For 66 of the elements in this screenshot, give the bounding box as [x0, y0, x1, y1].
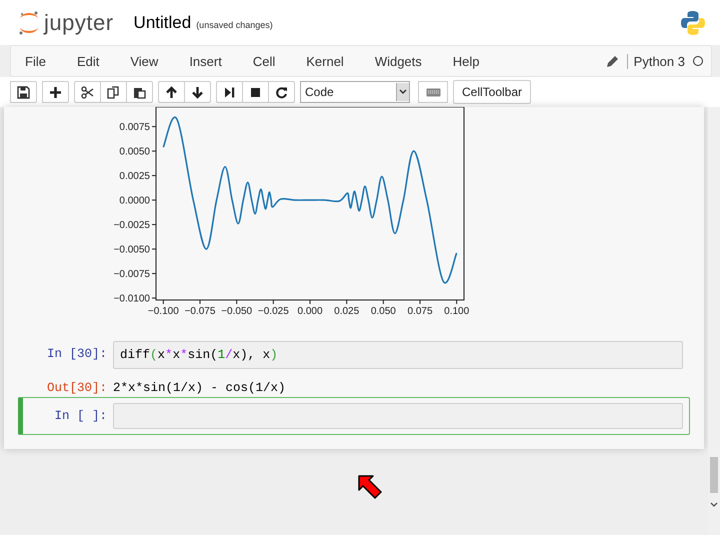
code-input[interactable] [113, 403, 683, 429]
add-button[interactable] [42, 81, 69, 103]
menu-item[interactable]: Kernel [292, 54, 356, 68]
menu-item[interactable]: File [11, 54, 58, 68]
y-tick-label: 0.0075 [119, 122, 150, 134]
menu-item[interactable]: View [116, 54, 170, 68]
keyboard-button[interactable] [418, 81, 448, 103]
x-tick-label: −0.050 [221, 306, 252, 317]
jupyter-logo-icon [18, 10, 40, 36]
run-button[interactable] [216, 81, 243, 103]
x-tick-label: 0.100 [444, 306, 470, 317]
arrow-down-icon [191, 86, 204, 98]
menu-item[interactable]: Help [438, 54, 492, 68]
floppy-icon [17, 86, 30, 98]
pencil-icon[interactable] [606, 54, 619, 68]
brand-name[interactable]: jupyter [44, 10, 114, 36]
menu-item[interactable]: Insert [175, 54, 234, 68]
copy-button[interactable] [100, 81, 127, 103]
code-cell[interactable]: In [ ]: [18, 397, 690, 435]
kernel-name[interactable]: Python 3 [626, 54, 685, 68]
cell-toolbar-button[interactable]: CellToolbar [453, 80, 532, 104]
x-tick-label: 0.000 [297, 306, 323, 317]
paste-button[interactable] [126, 81, 153, 103]
x-tick-label: 0.025 [334, 306, 360, 317]
keyboard-icon [426, 88, 440, 96]
cut-button[interactable] [74, 81, 101, 103]
y-tick-label: 0.0050 [119, 146, 150, 158]
menu-item[interactable]: Edit [62, 54, 112, 68]
scissors-icon [81, 86, 94, 98]
x-tick-label: −0.100 [148, 306, 179, 317]
cell-type-dropdown[interactable]: Code [300, 81, 410, 103]
circular-arrow-icon [275, 86, 288, 98]
y-tick-label: −0.0075 [114, 269, 150, 280]
clipboard-icon [133, 86, 146, 98]
step-forward-icon [223, 86, 236, 98]
menu-item[interactable]: Widgets [360, 54, 434, 68]
output-text: 2*x*sin(1/x) - cos(1/x) [113, 380, 286, 395]
input-prompt: In [ ]: [53, 408, 108, 423]
arrow-up-icon [165, 86, 178, 98]
square-icon [249, 86, 262, 98]
input-prompt: In [30]: [46, 346, 108, 361]
copy-icon [107, 86, 120, 98]
python-logo-icon [680, 10, 706, 36]
y-tick-label: −0.0025 [114, 220, 150, 232]
x-tick-label: −0.025 [258, 306, 289, 317]
plus-icon [49, 86, 62, 98]
output-prompt: Out[30]: [46, 380, 108, 395]
save-status: (unsaved changes) [196, 20, 273, 30]
down-button[interactable] [184, 81, 211, 103]
x-tick-label: −0.075 [184, 306, 216, 317]
stop-button[interactable] [242, 81, 269, 103]
x-tick-label: 0.075 [407, 306, 433, 317]
y-tick-label: −0.0100 [114, 294, 150, 305]
y-tick-label: −0.0050 [114, 244, 150, 256]
save-button[interactable] [10, 81, 37, 103]
restart-button[interactable] [268, 81, 295, 103]
notebook-title[interactable]: Untitled [134, 12, 192, 32]
code-cell[interactable]: In [30]: diff(x*x*sin(1/x), x) [18, 335, 690, 375]
x-tick-label: 0.050 [370, 306, 396, 317]
menu-item[interactable]: Cell [238, 54, 288, 68]
up-button[interactable] [158, 81, 185, 103]
code-input[interactable]: diff(x*x*sin(1/x), x) [113, 341, 683, 369]
y-tick-label: 0.0025 [119, 171, 150, 182]
y-tick-label: 0.0000 [119, 196, 150, 207]
kernel-status-icon [693, 56, 703, 66]
caret-icon [399, 89, 407, 95]
